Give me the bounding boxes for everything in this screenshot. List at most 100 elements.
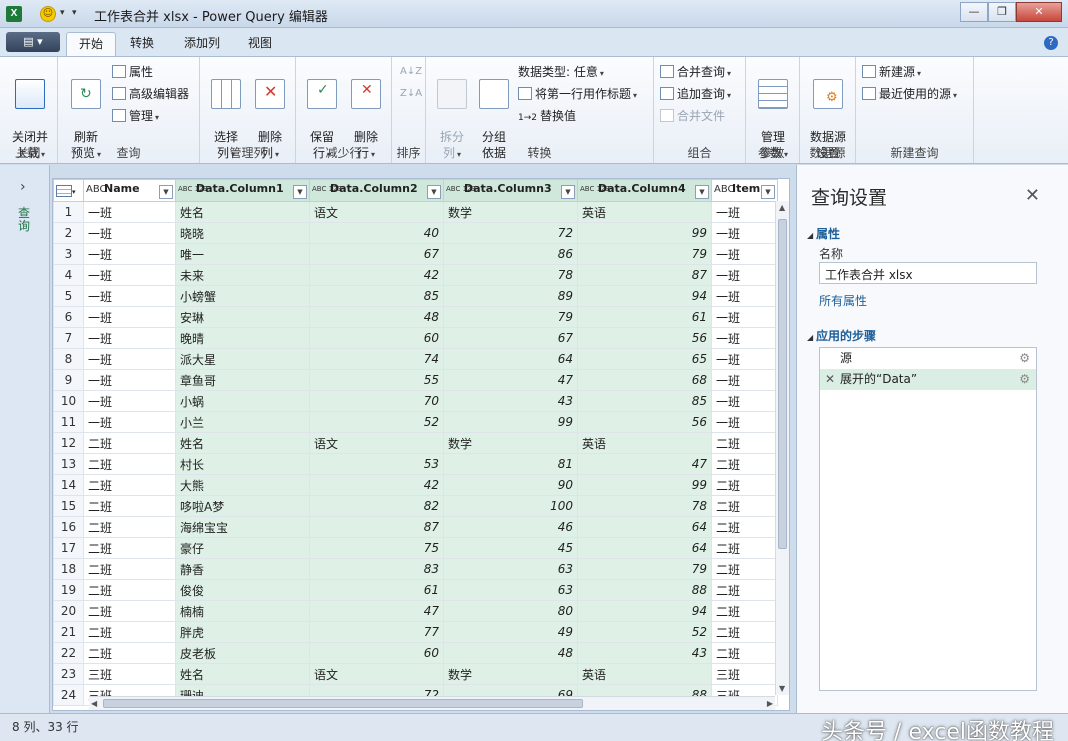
row-number[interactable]: 20 <box>53 600 84 622</box>
table-cell[interactable]: 一班 <box>83 369 176 391</box>
table-cell[interactable]: 静香 <box>175 558 310 580</box>
row-number[interactable]: 11 <box>53 411 84 433</box>
close-window-button[interactable]: ✕ <box>1016 2 1062 22</box>
table-cell[interactable]: 61 <box>577 306 712 328</box>
column-header-item[interactable]: ▼ ABCItem <box>711 179 778 202</box>
new-source-button[interactable]: 新建源 ▾ <box>862 63 921 81</box>
table-cell[interactable]: 63 <box>443 579 578 601</box>
data-type-dropdown[interactable]: 数据类型: 任意 ▾ <box>518 63 604 81</box>
scroll-right-icon[interactable]: ▶ <box>767 699 773 708</box>
table-cell[interactable]: 70 <box>309 390 444 412</box>
tab-add-column[interactable]: 添加列 <box>172 32 232 56</box>
table-cell[interactable]: 49 <box>443 621 578 643</box>
table-cell[interactable]: 89 <box>443 285 578 307</box>
column-filter-dropdown-icon[interactable]: ▼ <box>159 185 173 199</box>
row-number[interactable]: 22 <box>53 642 84 664</box>
column-type-icon[interactable]: ABC <box>714 184 735 194</box>
manage-button[interactable]: 管理 ▾ <box>112 107 159 125</box>
table-cell[interactable]: 二班 <box>83 516 176 538</box>
table-cell[interactable]: 86 <box>443 243 578 265</box>
table-cell[interactable]: 数学 <box>443 663 578 685</box>
table-cell[interactable]: 二班 <box>711 537 778 559</box>
horizontal-scrollbar[interactable]: ◀ ▶ <box>89 696 775 710</box>
table-cell[interactable]: 二班 <box>83 432 176 454</box>
combine-files-button[interactable]: 合并文件 <box>660 107 725 125</box>
table-cell[interactable]: 42 <box>309 264 444 286</box>
table-cell[interactable]: 53 <box>309 453 444 475</box>
table-cell[interactable]: 一班 <box>711 348 778 370</box>
table-cell[interactable]: 二班 <box>711 579 778 601</box>
recent-sources-button[interactable]: 最近使用的源 ▾ <box>862 85 957 103</box>
minimize-button[interactable]: — <box>960 2 988 22</box>
table-cell[interactable]: 二班 <box>711 516 778 538</box>
table-cell[interactable]: 74 <box>309 348 444 370</box>
row-number[interactable]: 7 <box>53 327 84 349</box>
row-number[interactable]: 10 <box>53 390 84 412</box>
close-pane-icon[interactable]: ✕ <box>1025 185 1040 206</box>
table-cell[interactable]: 一班 <box>711 222 778 244</box>
table-cell[interactable]: 一班 <box>711 243 778 265</box>
table-cell[interactable]: 一班 <box>711 306 778 328</box>
table-cell[interactable]: 未来 <box>175 264 310 286</box>
table-cell[interactable]: 数学 <box>443 201 578 223</box>
table-cell[interactable]: 77 <box>309 621 444 643</box>
table-cell[interactable]: 一班 <box>83 306 176 328</box>
table-cell[interactable]: 79 <box>443 306 578 328</box>
table-cell[interactable]: 一班 <box>711 285 778 307</box>
step-settings-gear-icon[interactable]: ⚙ <box>1019 348 1030 369</box>
table-cell[interactable]: 52 <box>309 411 444 433</box>
table-cell[interactable]: 94 <box>577 285 712 307</box>
table-cell[interactable]: 72 <box>443 222 578 244</box>
table-cell[interactable]: 81 <box>443 453 578 475</box>
table-cell[interactable]: 55 <box>309 369 444 391</box>
row-number[interactable]: 8 <box>53 348 84 370</box>
all-properties-link[interactable]: 所有属性 <box>819 292 867 309</box>
table-cell[interactable]: 一班 <box>711 327 778 349</box>
smiley-feedback-icon[interactable]: ☺ <box>40 6 56 22</box>
table-cell[interactable]: 一班 <box>83 201 176 223</box>
merge-queries-button[interactable]: 合并查询 ▾ <box>660 63 731 81</box>
table-cell[interactable]: 派大星 <box>175 348 310 370</box>
table-cell[interactable]: 二班 <box>83 495 176 517</box>
row-number[interactable]: 14 <box>53 474 84 496</box>
column-type-icon[interactable]: ABC 123 <box>580 185 610 193</box>
table-cell[interactable]: 一班 <box>83 327 176 349</box>
table-cell[interactable]: 64 <box>577 537 712 559</box>
table-cell[interactable]: 一班 <box>83 222 176 244</box>
table-cell[interactable]: 67 <box>443 327 578 349</box>
row-number[interactable]: 21 <box>53 621 84 643</box>
table-cell[interactable]: 小兰 <box>175 411 310 433</box>
table-cell[interactable]: 二班 <box>83 558 176 580</box>
expand-queries-chevron-icon[interactable]: › <box>20 179 26 195</box>
help-icon[interactable]: ? <box>1044 36 1058 50</box>
table-cell[interactable]: 英语 <box>577 663 712 685</box>
table-cell[interactable]: 二班 <box>83 621 176 643</box>
column-type-icon[interactable]: ABC 123 <box>312 185 342 193</box>
table-cell[interactable]: 楠楠 <box>175 600 310 622</box>
table-cell[interactable]: 二班 <box>83 537 176 559</box>
table-cell[interactable]: 67 <box>309 243 444 265</box>
tab-home[interactable]: 开始 <box>66 32 117 56</box>
tab-transform[interactable]: 转换 <box>118 32 166 56</box>
sort-ascending-button[interactable]: A↓Z <box>400 63 422 81</box>
properties-section-header[interactable]: ◢ 属性 <box>807 225 840 242</box>
row-number[interactable]: 1 <box>53 201 84 223</box>
table-cell[interactable]: 二班 <box>83 600 176 622</box>
column-filter-dropdown-icon[interactable]: ▼ <box>695 185 709 199</box>
row-number[interactable]: 4 <box>53 264 84 286</box>
quick-access-dropdown-icon[interactable]: ▾ <box>60 8 65 18</box>
table-cell[interactable]: 82 <box>309 495 444 517</box>
table-cell[interactable]: 二班 <box>711 453 778 475</box>
table-cell[interactable]: 语文 <box>309 432 444 454</box>
delete-step-icon[interactable]: ✕ <box>825 369 835 390</box>
table-cell[interactable]: 40 <box>309 222 444 244</box>
table-cell[interactable]: 99 <box>577 474 712 496</box>
table-cell[interactable]: 二班 <box>711 558 778 580</box>
column-header-data-column2[interactable]: ▼ ABC 123Data.Column2 <box>309 179 444 202</box>
table-cell[interactable]: 65 <box>577 348 712 370</box>
vertical-scroll-thumb[interactable] <box>778 219 787 549</box>
table-cell[interactable]: 85 <box>309 285 444 307</box>
table-cell[interactable]: 村长 <box>175 453 310 475</box>
table-cell[interactable]: 豪仔 <box>175 537 310 559</box>
table-cell[interactable]: 胖虎 <box>175 621 310 643</box>
